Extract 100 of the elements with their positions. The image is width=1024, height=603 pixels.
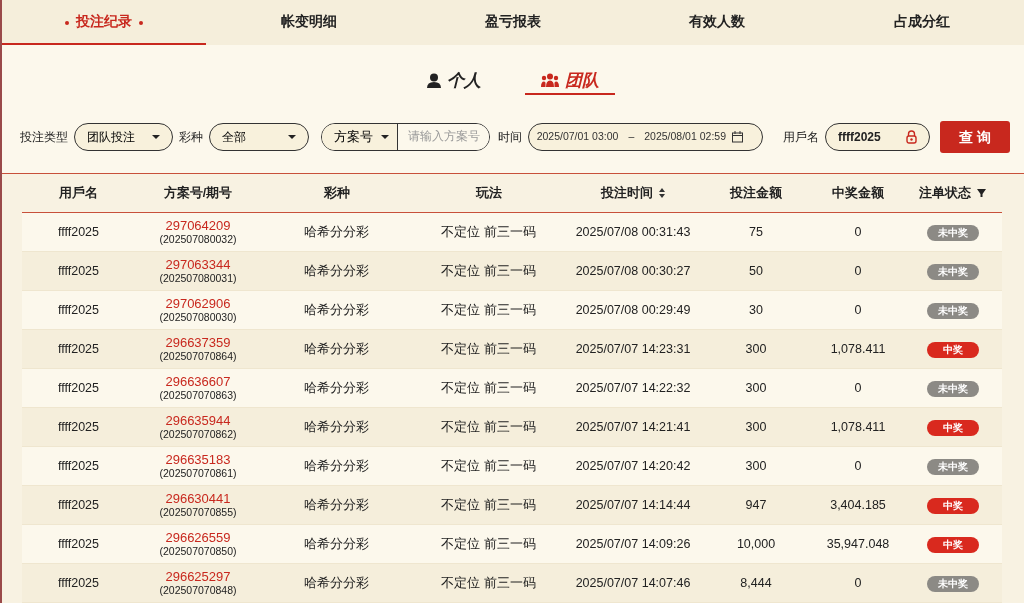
table-cell: ffff2025: [58, 224, 99, 239]
query-button[interactable]: 查 询: [940, 121, 1010, 153]
status-tag: 未中奖: [926, 263, 979, 280]
table-cell: 30: [749, 302, 763, 317]
table-cell: 哈希分分彩: [304, 536, 369, 551]
caret-icon: [287, 135, 296, 139]
plan-number-link[interactable]: 296635944: [135, 413, 261, 428]
tab[interactable]: 盈亏报表: [410, 0, 616, 46]
table-cell: 哈希分分彩: [304, 575, 369, 590]
filter-label: 投注类型: [20, 129, 68, 146]
period-number: (202507070848): [158, 583, 238, 597]
dot-icon: [139, 20, 144, 25]
filter-label: 时间: [497, 129, 522, 146]
table-cell: ffff2025: [58, 302, 99, 317]
table-cell: 50: [749, 263, 763, 278]
plan-number-link[interactable]: 296635183: [135, 452, 261, 467]
period-number: (202507070863): [158, 388, 238, 402]
table-cell: 不定位 前三一码: [441, 380, 536, 395]
table-cell: 2025/07/07 14:23:31: [575, 341, 691, 356]
table-cell: 0: [854, 263, 862, 278]
username-field[interactable]: ffff2025: [825, 123, 931, 151]
status-tag: 中奖: [926, 536, 979, 553]
period-number: (202507080032): [158, 232, 238, 246]
table-cell: ffff2025: [58, 536, 99, 551]
table-cell: 哈希分分彩: [304, 458, 369, 473]
table-cell: 2025/07/07 14:14:44: [575, 497, 691, 512]
table-cell: ffff2025: [58, 263, 99, 278]
table-cell: 35,947.048: [826, 536, 890, 551]
filter-icon: [977, 189, 986, 197]
scope-tab[interactable]: 团队: [525, 67, 615, 96]
table-cell: 300: [745, 458, 767, 473]
plan-number-link[interactable]: 297064209: [135, 218, 261, 233]
plan-number-link[interactable]: 296630441: [135, 491, 261, 506]
dropdown[interactable]: 全部: [209, 123, 309, 151]
table-cell: 0: [854, 224, 862, 239]
table-cell: 不定位 前三一码: [441, 302, 536, 317]
period-number: (202507070855): [158, 505, 238, 519]
status-tag: 中奖: [926, 341, 979, 358]
period-number: (202507070864): [158, 349, 238, 363]
table-cell: 2025/07/07 14:07:46: [575, 575, 691, 590]
status-tag: 未中奖: [926, 302, 979, 319]
column-header[interactable]: 投注时间: [601, 183, 653, 203]
period-number: (202507070862): [158, 427, 238, 441]
calendar-icon: [732, 131, 743, 143]
tab[interactable]: 帐变明细: [206, 0, 411, 46]
table-cell: 2025/07/07 14:09:26: [575, 536, 691, 551]
plan-number-link[interactable]: 297063344: [135, 257, 261, 272]
period-number: (202507070861): [158, 466, 238, 480]
table-cell: 哈希分分彩: [304, 419, 369, 434]
table-cell: 0: [854, 380, 862, 395]
table-cell: 哈希分分彩: [304, 302, 369, 317]
plan-number-link[interactable]: 296625297: [135, 569, 261, 584]
table-cell: ffff2025: [58, 419, 99, 434]
table-cell: 2025/07/08 00:31:43: [575, 224, 691, 239]
table-cell: 8,444: [740, 575, 772, 590]
period-number: (202507080031): [158, 271, 238, 285]
table-cell: 哈希分分彩: [304, 263, 369, 278]
table-cell: 1,078.411: [830, 341, 886, 356]
dropdown[interactable]: 团队投注: [74, 123, 174, 151]
status-tag: 未中奖: [926, 575, 979, 592]
table-cell: 300: [745, 419, 767, 434]
column-header: 中奖金额: [832, 184, 884, 202]
table-cell: 不定位 前三一码: [441, 575, 536, 590]
date-range-field[interactable]: 2025/07/01 03:00 – 2025/08/01 02:59: [527, 123, 764, 151]
lock-icon: [906, 130, 918, 144]
table-cell: 2025/07/07 14:21:41: [575, 419, 691, 434]
table-cell: 不定位 前三一码: [441, 341, 536, 356]
table-cell: 0: [854, 302, 862, 317]
scope-tab[interactable]: 个人: [411, 67, 497, 96]
column-header: 彩种: [323, 184, 350, 202]
table-cell: ffff2025: [58, 458, 99, 473]
table-cell: ffff2025: [58, 380, 99, 395]
plan-number-link[interactable]: 296626559: [135, 530, 261, 545]
table-cell: 0: [854, 575, 862, 590]
person-icon: [427, 72, 441, 88]
column-header[interactable]: 注单状态: [919, 183, 971, 203]
plan-number-link[interactable]: 296636607: [135, 374, 261, 389]
tab[interactable]: 有效人数: [615, 0, 820, 46]
status-tag: 未中奖: [926, 224, 979, 241]
table-cell: 不定位 前三一码: [441, 419, 536, 434]
tab[interactable]: 占成分红: [819, 0, 1024, 46]
table-cell: 不定位 前三一码: [441, 263, 536, 278]
table-cell: 2025/07/08 00:30:27: [575, 263, 691, 278]
table-cell: 哈希分分彩: [304, 380, 369, 395]
table-cell: 哈希分分彩: [304, 497, 369, 512]
table-cell: ffff2025: [58, 497, 99, 512]
table-cell: 2025/07/08 00:29:49: [575, 302, 691, 317]
column-header: 用戶名: [59, 184, 98, 202]
status-tag: 中奖: [926, 497, 979, 514]
group-icon: [541, 73, 559, 88]
table-cell: 3,404.185: [830, 497, 886, 512]
plan-number-link[interactable]: 297062906: [135, 296, 261, 311]
plan-number-link[interactable]: 296637359: [135, 335, 261, 350]
table-cell: 不定位 前三一码: [441, 536, 536, 551]
table-cell: 不定位 前三一码: [441, 224, 536, 239]
table-cell: 哈希分分彩: [304, 224, 369, 239]
tab[interactable]: 投注纪录: [2, 0, 207, 46]
table-cell: ffff2025: [58, 575, 99, 590]
table-cell: 300: [745, 341, 767, 356]
period-number: (202507070850): [158, 544, 238, 558]
